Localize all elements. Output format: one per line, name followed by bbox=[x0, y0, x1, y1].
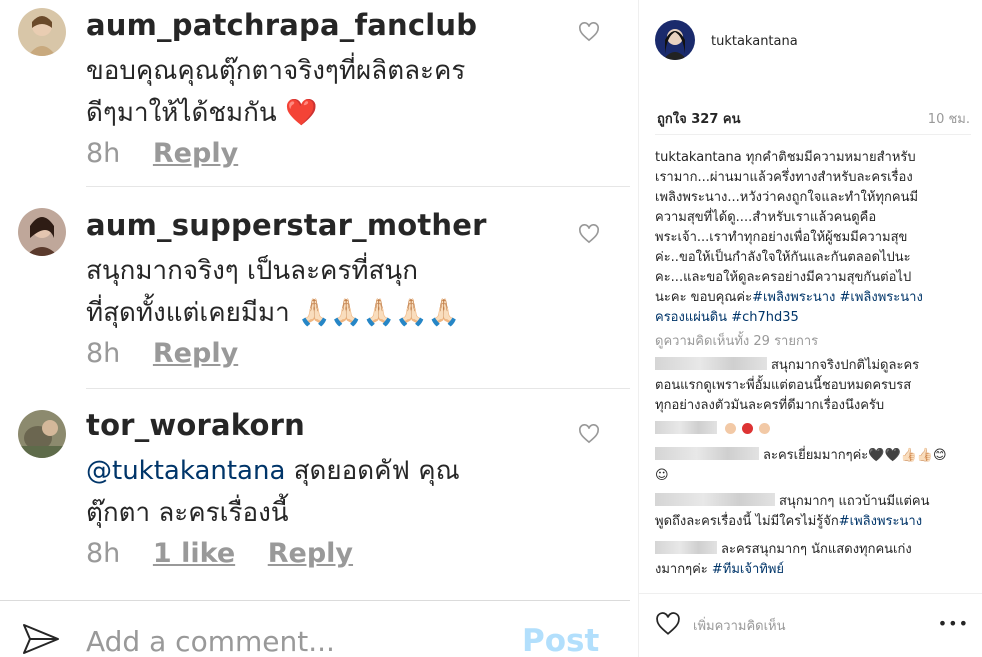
caption-line: tuktakantana ทุกคำติชมมีความหมายสำหรับ bbox=[655, 148, 973, 168]
comment-username[interactable]: aum_supperstar_mother bbox=[86, 208, 487, 242]
comment-input[interactable]: เพิ่มความคิดเห็น bbox=[693, 615, 786, 636]
likes-link[interactable]: 1 like bbox=[153, 538, 235, 569]
panel-comment: สนุกมากจริงปกติไม่ดูละคร ตอนแรกดูเพราะพี… bbox=[655, 356, 973, 416]
divider bbox=[86, 186, 630, 187]
comment-text-line: ที่สุดทั้งแต่เคยมีมา 🙏🏻🙏🏻🙏🏻🙏🏻🙏🏻 bbox=[86, 298, 460, 328]
comment-meta: 8h 1 like Reply bbox=[86, 538, 377, 569]
post-author[interactable]: tuktakantana bbox=[711, 34, 798, 49]
likes-count[interactable]: ถูกใจ 327 คน bbox=[657, 108, 740, 129]
clap-icon bbox=[725, 423, 737, 434]
caption-line: เรามาก...ผ่านมาแล้วครึ่งทางสำหรับละครเรื… bbox=[655, 170, 913, 185]
heart-icon bbox=[742, 423, 754, 434]
comment-text: ขอบคุณคุณตุ๊กตาจริงๆที่ผลิตละคร ดีๆมาให้… bbox=[86, 50, 566, 134]
comment-username[interactable]: aum_patchrapa_fanclub bbox=[86, 8, 477, 42]
comment-time: 8h bbox=[86, 538, 121, 569]
comment-line: สนุกมากๆ แถวบ้านมีแต่คน bbox=[655, 492, 973, 512]
divider bbox=[86, 388, 630, 389]
blurred-username bbox=[655, 541, 717, 554]
comment-line: ละครสนุกมากๆ นักแสดงทุกคนเก่ง bbox=[655, 540, 973, 560]
post-detail-panel: tuktakantana ถูกใจ 327 คน 10 ชม. tuktaka… bbox=[638, 0, 982, 657]
heart-outline-icon[interactable] bbox=[578, 22, 600, 42]
comment-text-line: @tuktakantana สุดยอดคัฟ คุณ bbox=[86, 450, 566, 492]
comment-item: aum_supperstar_mother สนุกมากจริงๆ เป็นล… bbox=[0, 190, 630, 388]
more-icon[interactable]: ••• bbox=[938, 614, 969, 633]
reply-button[interactable]: Reply bbox=[268, 538, 353, 569]
comment-text: สนุกมากๆ แถวบ้านมีแต่คน bbox=[779, 494, 930, 509]
add-comment-row: เพิ่มความคิดเห็น ••• bbox=[639, 594, 982, 657]
hashtag-link[interactable]: #เพลิงพระนาง bbox=[839, 514, 922, 529]
blurred-username bbox=[655, 421, 717, 434]
heart-outline-icon[interactable] bbox=[655, 612, 681, 636]
post-caption: tuktakantana ทุกคำติชมมีความหมายสำหรับ เ… bbox=[655, 148, 973, 328]
comment-text: งมากๆค่ะ bbox=[655, 562, 712, 577]
caption-line: คะ...และขอให้ดูละครอย่างมีความสุขกันต่อไ… bbox=[655, 270, 912, 285]
comment-text: สนุกมากจริงๆ เป็นละครที่สนุก ที่สุดทั้งแ… bbox=[86, 250, 566, 334]
blurred-username bbox=[655, 493, 775, 506]
caption-line: ความสุขที่ได้ดู....สำหรับเราแล้วคนดูคือ bbox=[655, 210, 877, 225]
panel-comment: ละครเยี่ยมมากๆค่ะ🖤🖤👍🏻👍🏻😊 ☺ bbox=[655, 446, 973, 486]
blurred-username bbox=[655, 447, 759, 460]
heart-outline-icon[interactable] bbox=[578, 424, 600, 444]
avatar[interactable] bbox=[18, 8, 66, 56]
hashtag-link[interactable]: #เพลิงพระนาง bbox=[840, 290, 923, 305]
hashtag-link[interactable]: #เพลิงพระนาง bbox=[752, 290, 835, 305]
comment-text: ละครสนุกมากๆ นักแสดงทุกคนเก่ง bbox=[721, 542, 912, 557]
heart-outline-icon[interactable] bbox=[578, 224, 600, 244]
view-all-comments-link[interactable]: ดูความคิดเห็นทั้ง 29 รายการ bbox=[655, 330, 818, 351]
caption-line: พระเจ้า...เราทำทุกอย่างเพื่อให้ผู้ชมมีคว… bbox=[655, 230, 908, 245]
panel-comment: สนุกมากๆ แถวบ้านมีแต่คน พูดถึงละครเรื่อง… bbox=[655, 492, 973, 532]
comment-line: ทุกอย่างลงตัวมันละครที่ดีมากเรื่องนึงครั… bbox=[655, 398, 885, 413]
blurred-username bbox=[655, 357, 767, 370]
post-header: tuktakantana bbox=[639, 0, 982, 86]
caption-line: ค่ะ..ขอให้เป็นกำลังใจให้กันและกันตลอดไปน… bbox=[655, 250, 911, 265]
comment-line: ละครเยี่ยมมากๆค่ะ🖤🖤👍🏻👍🏻😊 bbox=[655, 446, 973, 466]
reply-button[interactable]: Reply bbox=[153, 338, 238, 369]
comment-item: tor_worakorn @tuktakantana สุดยอดคัฟ คุณ… bbox=[0, 392, 630, 592]
comment-line: ☺ bbox=[655, 468, 669, 483]
comment-line: งมากๆค่ะ #ทีมเจ้าทิพย์ bbox=[655, 560, 973, 580]
post-button[interactable]: Post bbox=[522, 623, 599, 657]
comment-username[interactable]: tor_worakorn bbox=[86, 408, 305, 442]
comment-text-fragment: สุดยอดคัฟ คุณ bbox=[285, 456, 460, 486]
hashtag-link[interactable]: #ch7hd35 bbox=[731, 310, 799, 325]
panel-comment bbox=[655, 420, 973, 440]
avatar[interactable] bbox=[655, 20, 695, 60]
mention-link[interactable]: @tuktakantana bbox=[86, 456, 285, 486]
comment-text-line: ขอบคุณคุณตุ๊กตาจริงๆที่ผลิตละคร bbox=[86, 56, 466, 86]
comment-text: @tuktakantana สุดยอดคัฟ คุณ ตุ๊กตา ละครเ… bbox=[86, 450, 566, 534]
hashtag-link[interactable]: #ทีมเจ้าทิพย์ bbox=[712, 562, 784, 577]
comment-text: สนุกมากจริงปกติไม่ดูละคร bbox=[771, 358, 920, 373]
comment-meta: 8h Reply bbox=[86, 338, 262, 369]
comment-text-line: ตุ๊กตา ละครเรื่องนี้ bbox=[86, 498, 289, 528]
comment-text: พูดถึงละครเรื่องนี้ ไม่มีใครไม่รู้จัก bbox=[655, 514, 839, 529]
comment-time: 8h bbox=[86, 138, 121, 169]
caption-text: ทุกคำติชมมีความหมายสำหรับ bbox=[741, 150, 916, 165]
mobile-comments-pane: aum_patchrapa_fanclub ขอบคุณคุณตุ๊กตาจริ… bbox=[0, 0, 638, 657]
post-time: 10 ชม. bbox=[927, 112, 970, 127]
hands-icon bbox=[759, 423, 771, 434]
comment-item: aum_patchrapa_fanclub ขอบคุณคุณตุ๊กตาจริ… bbox=[0, 0, 630, 190]
comment-input[interactable]: Add a comment... bbox=[86, 625, 335, 657]
send-icon[interactable] bbox=[22, 623, 60, 655]
comment-time: 8h bbox=[86, 338, 121, 369]
comment-line: พูดถึงละครเรื่องนี้ ไม่มีใครไม่รู้จัก#เพ… bbox=[655, 512, 973, 532]
add-comment-bar: Add a comment... Post bbox=[0, 600, 630, 657]
hashtag-link[interactable]: ครองแผ่นดิน bbox=[655, 310, 727, 325]
comment-meta: 8h Reply bbox=[86, 138, 262, 169]
comment-line: ตอนแรกดูเพราะพี่อั้มแต่ตอนนี้ชอบหมดครบรส bbox=[655, 378, 912, 393]
caption-line: นะคะ ขอบคุณค่ะ#เพลิงพระนาง #เพลิงพระนาง bbox=[655, 288, 973, 308]
avatar[interactable] bbox=[18, 410, 66, 458]
caption-text: นะคะ ขอบคุณค่ะ bbox=[655, 290, 753, 305]
caption-line: เพลิงพระนาง...หวังว่าคงถูกใจและทำให้ทุกค… bbox=[655, 190, 919, 205]
panel-comment: ละครสนุกมากๆ นักแสดงทุกคนเก่ง งมากๆค่ะ #… bbox=[655, 540, 973, 580]
caption-line: ครองแผ่นดิน #ch7hd35 bbox=[655, 308, 973, 328]
avatar[interactable] bbox=[18, 208, 66, 256]
comment-text: ละครเยี่ยมมากๆค่ะ🖤🖤👍🏻👍🏻😊 bbox=[763, 448, 947, 463]
comment-text-line: ดีๆมาให้ได้ชมกัน ❤️ bbox=[86, 98, 318, 128]
divider bbox=[655, 134, 971, 135]
reply-button[interactable]: Reply bbox=[153, 138, 238, 169]
comment-line: สนุกมากจริงปกติไม่ดูละคร bbox=[655, 356, 973, 376]
caption-author[interactable]: tuktakantana bbox=[655, 150, 742, 165]
comment-text-line: สนุกมากจริงๆ เป็นละครที่สนุก bbox=[86, 256, 418, 286]
